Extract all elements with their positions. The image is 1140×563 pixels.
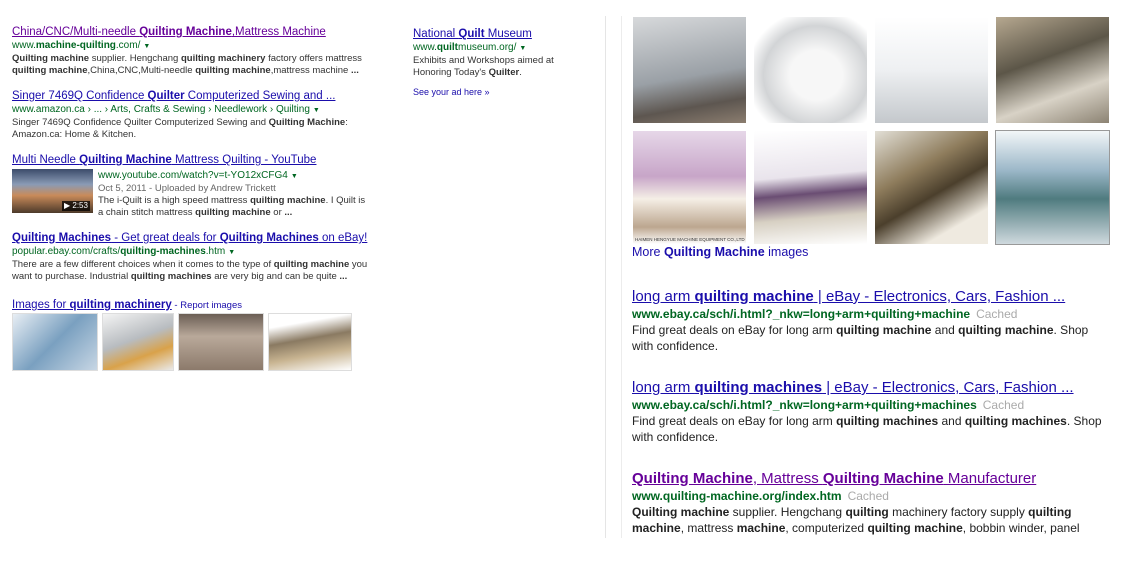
- video-upload-meta: Oct 5, 2011 - Uploaded by Andrew Tricket…: [98, 183, 276, 194]
- video-thumbnail[interactable]: ▶ 2:53: [12, 169, 93, 213]
- right-result-3: Quilting Machine, Mattress Quilting Mach…: [632, 469, 1112, 538]
- image-result[interactable]: [632, 16, 747, 124]
- right-result-2-snippet: Find great deals on eBay for long arm qu…: [632, 414, 1102, 444]
- left-result-4: Quilting Machines - Get great deals for …: [12, 231, 372, 283]
- image-result[interactable]: [753, 16, 868, 124]
- image-result[interactable]: HAIMEN HENGYUE MACHINE EQUIPMENT CO.,LTD: [632, 130, 747, 245]
- image-result[interactable]: [874, 16, 989, 124]
- image-thumbnail[interactable]: [268, 313, 352, 371]
- left-result-2: Singer 7469Q Confidence Quilter Computer…: [12, 89, 372, 141]
- image-result[interactable]: [753, 130, 868, 245]
- right-result-3-snippet: Quilting machine supplier. Hengchang qui…: [632, 505, 1080, 535]
- left-result-2-snippet: Singer 7469Q Confidence Quilter Computer…: [12, 117, 348, 140]
- right-result-2-url: www.ebay.ca/sch/i.html?_nkw=long+arm+qui…: [632, 398, 1025, 412]
- left-result-3: Multi Needle Quilting Machine Mattress Q…: [12, 153, 372, 219]
- left-serp-pane: China/CNC/Multi-needle Quilting Machine,…: [0, 0, 600, 563]
- image-strip: [12, 313, 352, 371]
- image-result[interactable]: [995, 130, 1110, 245]
- image-caption: HAIMEN HENGYUE MACHINE EQUIPMENT CO.,LTD: [635, 237, 745, 242]
- cached-link[interactable]: Cached: [848, 489, 889, 503]
- images-for-link[interactable]: Images for quilting machinery: [12, 299, 172, 311]
- image-result[interactable]: [874, 130, 989, 245]
- chevron-down-icon[interactable]: ▼: [143, 43, 150, 50]
- left-result-1: China/CNC/Multi-needle Quilting Machine,…: [12, 25, 372, 77]
- more-images-link[interactable]: More Quilting Machine images: [632, 245, 808, 259]
- report-images-link[interactable]: - Report images: [172, 300, 242, 311]
- left-result-3-url: www.youtube.com/watch?v=t-YO12xCFG4 ▼: [98, 170, 298, 181]
- ad-title[interactable]: National Quilt Museum: [413, 27, 583, 41]
- left-result-1-title[interactable]: China/CNC/Multi-needle Quilting Machine,…: [12, 25, 372, 39]
- chevron-down-icon[interactable]: ▼: [291, 173, 298, 180]
- chevron-down-icon[interactable]: ▼: [519, 45, 526, 52]
- left-result-2-title[interactable]: Singer 7469Q Confidence Quilter Computer…: [12, 89, 372, 103]
- chevron-down-icon[interactable]: ▼: [228, 249, 235, 256]
- right-result-1-title[interactable]: long arm quilting machine | eBay - Elect…: [632, 287, 1112, 306]
- images-for-header: Images for quilting machinery - Report i…: [12, 295, 372, 313]
- left-result-4-title[interactable]: Quilting Machines - Get great deals for …: [12, 231, 372, 245]
- right-result-1-snippet: Find great deals on eBay for long arm qu…: [632, 323, 1089, 353]
- sponsored-ad: National Quilt Museum www.quiltmuseum.or…: [413, 27, 583, 97]
- cached-link[interactable]: Cached: [983, 398, 1024, 412]
- right-result-2: long arm quilting machines | eBay - Elec…: [632, 378, 1112, 445]
- image-result[interactable]: [995, 16, 1110, 124]
- image-thumbnail[interactable]: [178, 313, 264, 371]
- left-result-4-snippet: There are a few different choices when i…: [12, 259, 368, 282]
- image-results-grid: HAIMEN HENGYUE MACHINE EQUIPMENT CO.,LTD: [632, 16, 1110, 245]
- image-thumbnail[interactable]: [102, 313, 174, 371]
- left-result-3-title[interactable]: Multi Needle Quilting Machine Mattress Q…: [12, 153, 372, 167]
- see-your-ad-link[interactable]: See your ad here »: [413, 87, 583, 97]
- right-result-1-url: www.ebay.ca/sch/i.html?_nkw=long+arm+qui…: [632, 307, 1018, 321]
- right-result-1: long arm quilting machine | eBay - Elect…: [632, 287, 1112, 354]
- left-result-4-url: popular.ebay.com/crafts/quilting-machine…: [12, 246, 236, 257]
- right-result-2-title[interactable]: long arm quilting machines | eBay - Elec…: [632, 378, 1112, 397]
- ad-url: www.quiltmuseum.org/▼: [413, 42, 527, 53]
- right-result-3-title[interactable]: Quilting Machine, Mattress Quilting Mach…: [632, 469, 1112, 488]
- left-result-2-url: www.amazon.ca › ... › Arts, Crafts & Sew…: [12, 104, 320, 115]
- ad-snippet: Exhibits and Workshops aimed at Honoring…: [413, 55, 554, 78]
- video-duration: ▶ 2:53: [62, 201, 90, 211]
- left-result-1-url: www.machine-quilting.com/▼: [12, 40, 151, 51]
- right-result-3-url: www.quilting-machine.org/index.htm Cached: [632, 489, 889, 503]
- chevron-down-icon[interactable]: ▼: [313, 107, 320, 114]
- left-result-3-snippet: The i-Quilt is a high speed mattress qui…: [98, 195, 366, 218]
- image-thumbnail[interactable]: [12, 313, 98, 371]
- pane-divider: [621, 16, 622, 538]
- cached-link[interactable]: Cached: [976, 307, 1017, 321]
- pane-divider: [605, 16, 606, 538]
- left-result-1-snippet: Quilting machine supplier. Hengchang qui…: [12, 53, 362, 76]
